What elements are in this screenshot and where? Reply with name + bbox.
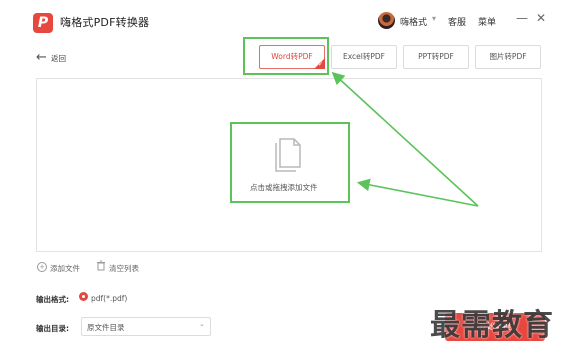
add-file-button[interactable]: 添加文件 — [50, 263, 80, 274]
chevron-down-icon[interactable]: ⌄ — [199, 320, 205, 328]
clear-list-button[interactable]: 清空列表 — [109, 263, 139, 274]
output-dir-label: 输出目录: — [36, 324, 69, 333]
output-dir-value[interactable]: 原文件目录 — [87, 322, 125, 333]
arrow-to-drop-zone — [356, 178, 479, 207]
format-radio[interactable] — [79, 292, 88, 301]
output-format-label: 输出格式: — [36, 295, 69, 304]
watermark: 最需教育 — [430, 308, 554, 343]
output-format-value[interactable]: pdf(*.pdf) — [91, 294, 127, 303]
arrow-to-tab — [331, 71, 479, 207]
plus-circle-icon[interactable]: + — [37, 262, 47, 272]
trash-icon[interactable] — [96, 260, 106, 271]
